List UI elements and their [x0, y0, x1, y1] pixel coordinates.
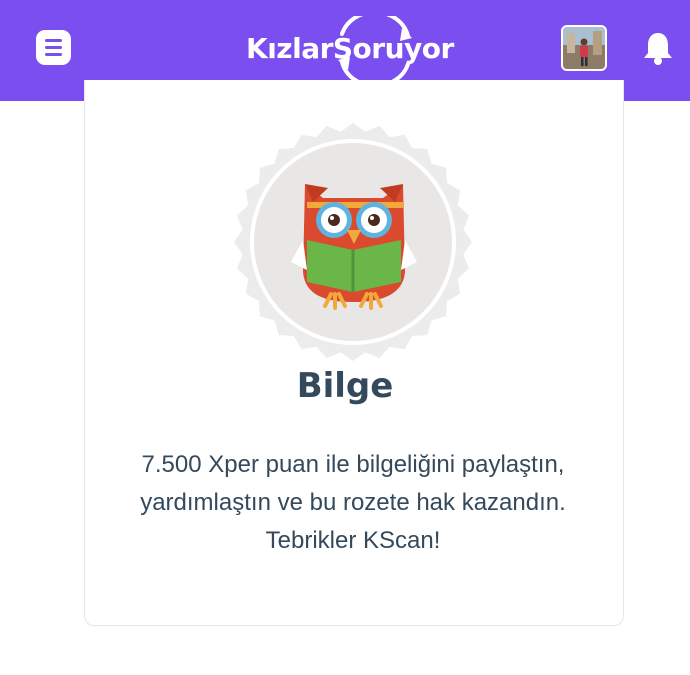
menu-icon-line — [45, 39, 62, 42]
logo-text: KızlarSoruyor — [246, 32, 454, 65]
avatar-photo — [563, 27, 605, 69]
menu-icon-line — [45, 53, 62, 56]
badge-description-line: 7.500 Xper puan ile bilgeliğini paylaştı… — [141, 451, 565, 478]
badge-description: 7.500 Xper puan ile bilgeliğini paylaştı… — [108, 446, 598, 560]
badge-description-line: yardımlaştın ve bu rozete hak kazandın. — [140, 489, 566, 516]
site-logo[interactable]: KızlarSoruyor — [246, 16, 462, 82]
badge-description-line: Tebrikler KScan! — [265, 527, 441, 554]
menu-icon-line — [45, 46, 62, 49]
menu-button[interactable] — [36, 30, 71, 65]
notifications-button[interactable] — [642, 30, 674, 66]
badge-title: Bilge — [296, 366, 394, 406]
owl-badge-icon — [234, 123, 472, 361]
badge-medal — [233, 122, 473, 362]
user-avatar[interactable] — [561, 25, 607, 71]
bell-icon — [644, 33, 672, 65]
